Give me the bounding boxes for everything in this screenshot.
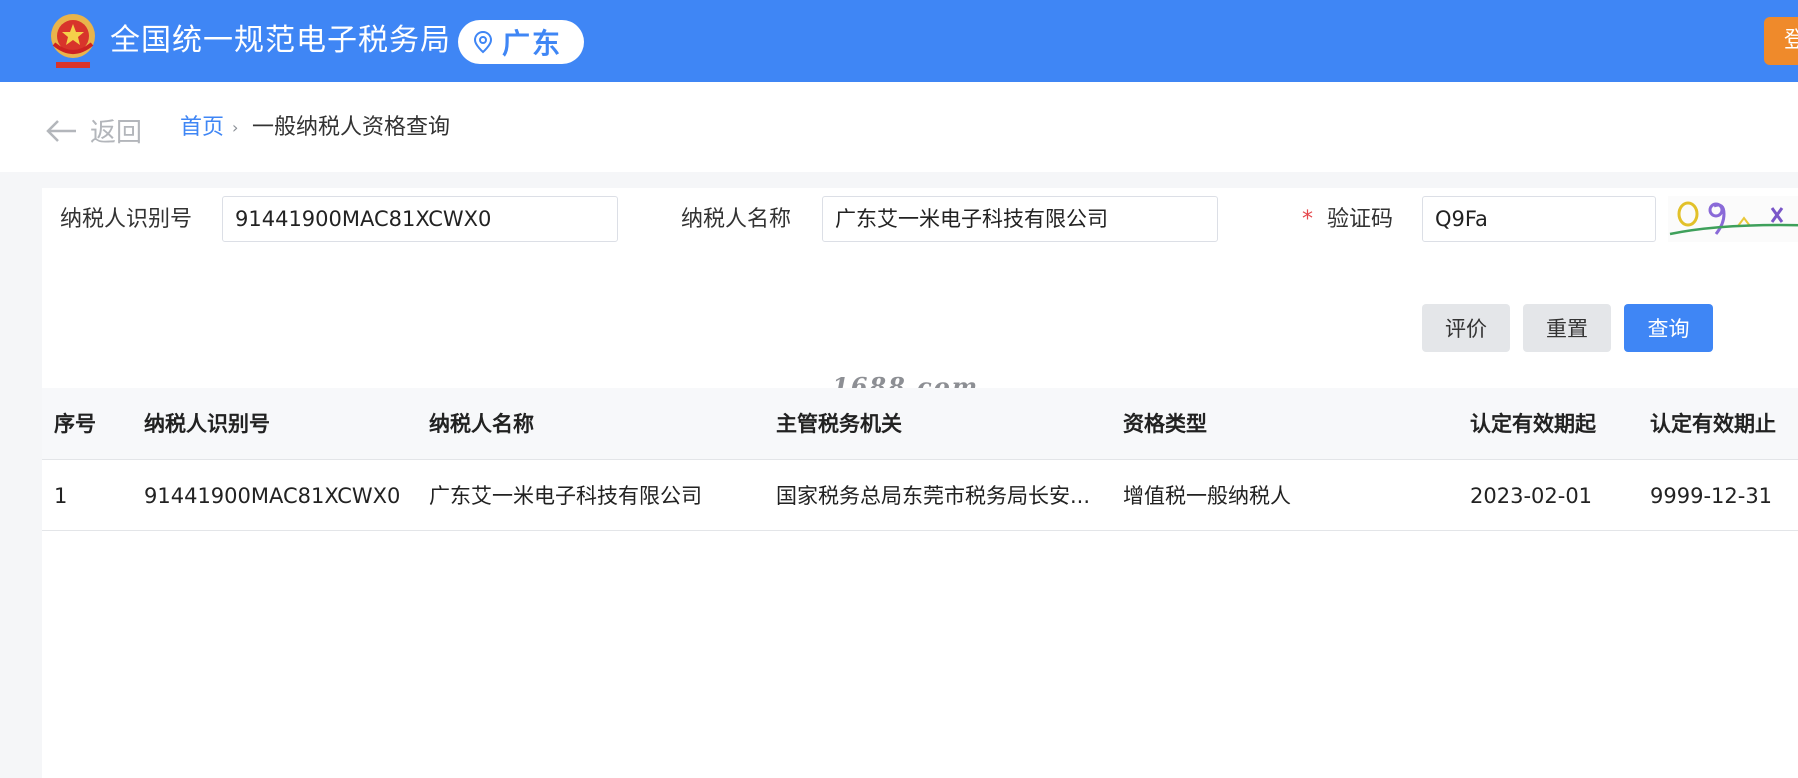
site-title: 全国统一规范电子税务局 [110, 23, 451, 58]
breadcrumb-separator: › [232, 118, 239, 137]
results-table-header: 序号 纳税人识别号 纳税人名称 主管税务机关 资格类型 认定有效期起 认定有效期… [42, 388, 1798, 460]
column-header-tax-authority: 主管税务机关 [776, 412, 902, 436]
cell-valid-to: 9999-12-31 [1650, 484, 1773, 508]
region-label: 广东 [502, 27, 563, 60]
column-header-index: 序号 [54, 412, 96, 436]
cell-index: 1 [54, 484, 68, 508]
cell-taxpayer-id: 91441900MAC81XCWX0 [144, 484, 401, 508]
column-header-valid-to: 认定有效期止 [1650, 412, 1776, 436]
column-header-qualification-type: 资格类型 [1123, 412, 1207, 436]
cell-taxpayer-name: 广东艾一米电子科技有限公司 [429, 484, 702, 508]
required-mark: * [1302, 207, 1313, 232]
column-header-taxpayer-id: 纳税人识别号 [144, 412, 270, 436]
arrow-left-icon [46, 119, 76, 142]
cell-qualification-type: 增值税一般纳税人 [1123, 484, 1291, 508]
captcha-label: * 验证码 [1302, 205, 1393, 235]
breadcrumb-home-link[interactable]: 首页 [180, 114, 224, 142]
breadcrumb-bar: 返回 首页 › 一般纳税人资格查询 [0, 82, 1798, 172]
region-selector[interactable]: 广东 [458, 20, 584, 64]
captcha-input[interactable]: Q9Fa [1422, 196, 1656, 242]
back-button[interactable]: 返回 [44, 112, 142, 149]
login-button[interactable]: 登录 [1764, 17, 1798, 65]
query-button[interactable]: 查询 [1624, 304, 1713, 352]
captcha-label-text: 验证码 [1327, 207, 1394, 232]
taxpayer-id-input[interactable]: 91441900MAC81XCWX0 [222, 196, 618, 242]
evaluate-button[interactable]: 评价 [1422, 304, 1510, 352]
cell-tax-authority: 国家税务总局东莞市税务局长安... [776, 484, 1091, 508]
breadcrumb-current-page: 一般纳税人资格查询 [252, 115, 451, 140]
column-header-taxpayer-name: 纳税人名称 [429, 412, 534, 436]
tax-emblem-logo [51, 14, 95, 68]
top-navigation-bar: 全国统一规范电子税务局 广东 登录 [0, 0, 1798, 82]
taxpayer-name-label: 纳税人名称 [681, 207, 792, 232]
reset-button[interactable]: 重置 [1523, 304, 1611, 352]
column-header-valid-from: 认定有效期起 [1470, 412, 1596, 436]
taxpayer-name-input[interactable]: 广东艾一米电子科技有限公司 [822, 196, 1218, 242]
taxpayer-id-label: 纳税人识别号 [60, 207, 193, 232]
table-row: 1 91441900MAC81XCWX0 广东艾一米电子科技有限公司 国家税务总… [42, 460, 1798, 531]
cell-valid-from: 2023-02-01 [1470, 484, 1593, 508]
location-pin-icon [473, 30, 493, 54]
back-label: 返回 [90, 118, 143, 148]
captcha-image[interactable] [1668, 196, 1798, 242]
